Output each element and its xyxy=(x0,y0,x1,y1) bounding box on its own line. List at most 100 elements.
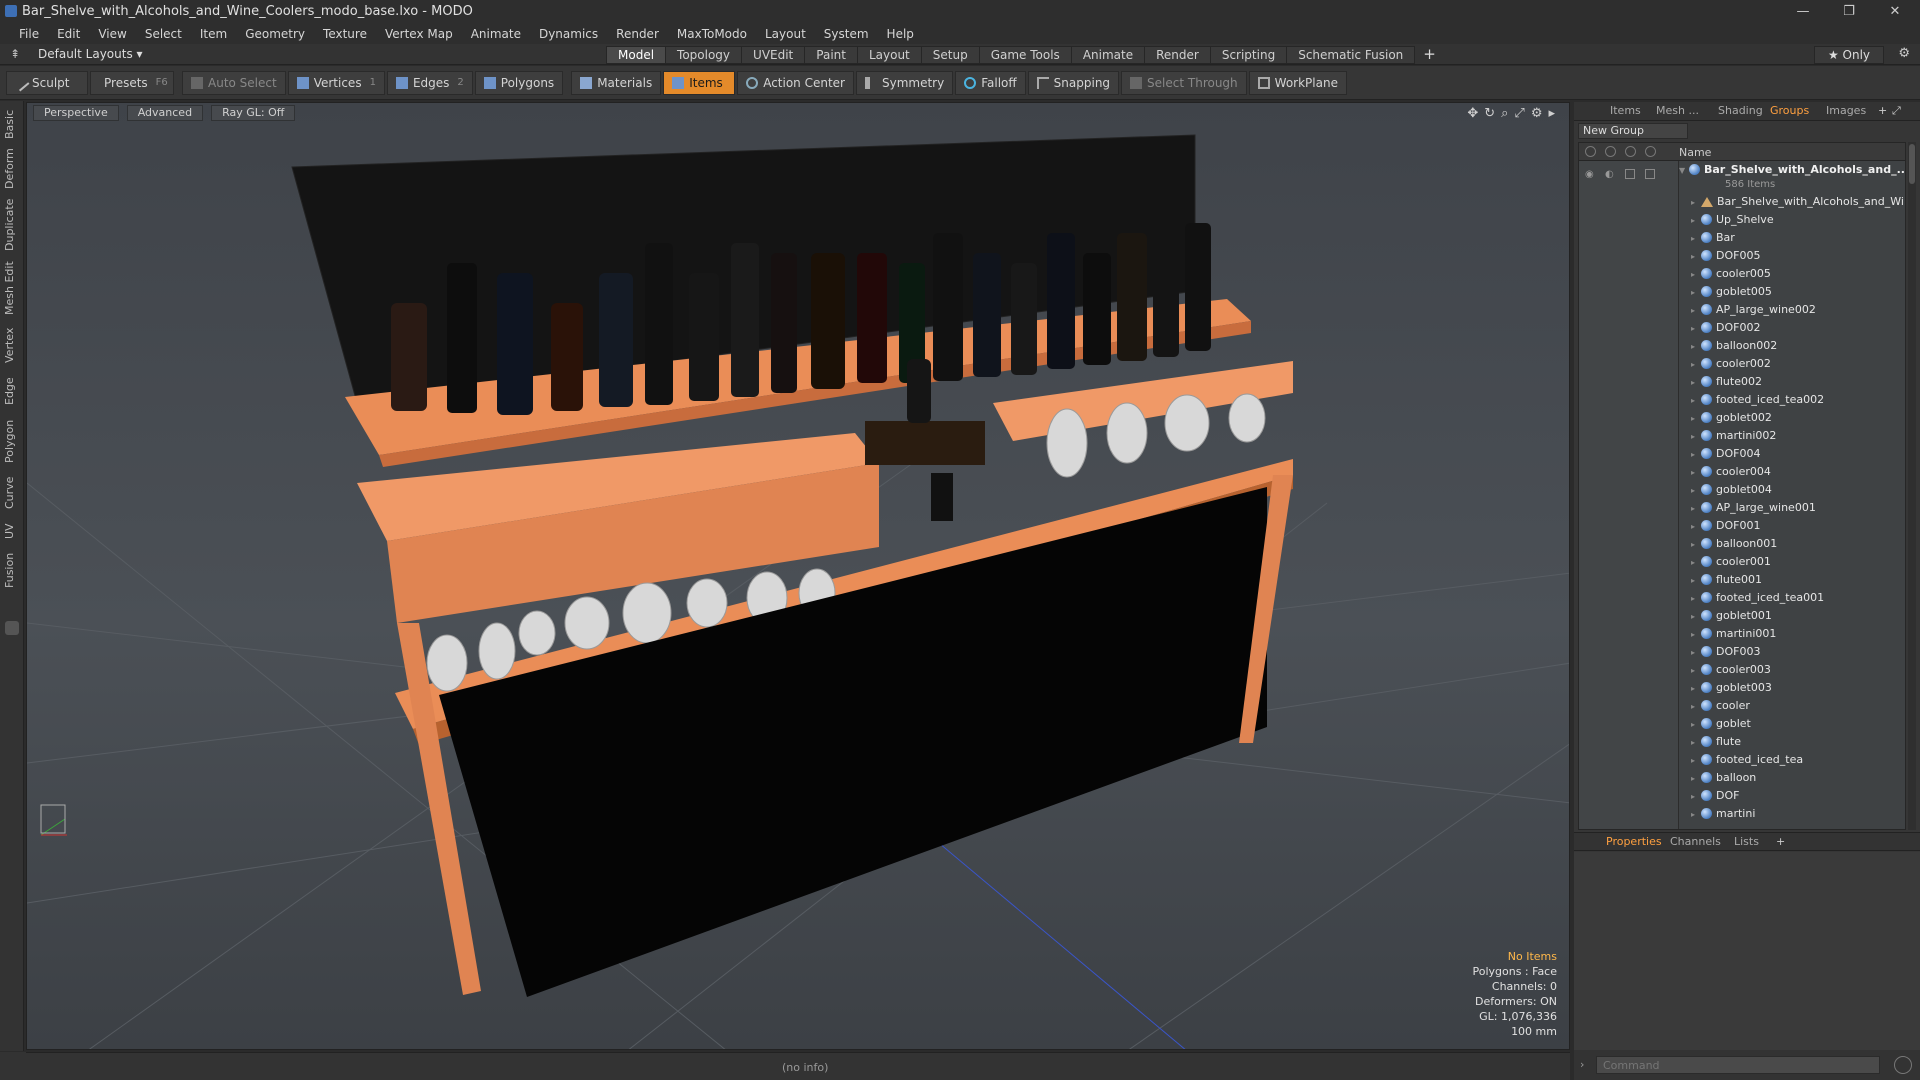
list-item[interactable]: ▸ goblet002 xyxy=(1679,409,1905,427)
list-item[interactable]: ▸ cooler xyxy=(1679,697,1905,715)
expand-arrow-icon[interactable]: ▸ xyxy=(1691,320,1699,337)
list-item[interactable]: ▸ DOF001 xyxy=(1679,517,1905,535)
expand-arrow-icon[interactable]: ▸ xyxy=(1691,536,1699,553)
expand-arrow-icon[interactable]: ▸ xyxy=(1691,662,1699,679)
expand-arrow-icon[interactable]: ▸ xyxy=(1691,554,1699,571)
expand-panel-icon[interactable]: ⤢ xyxy=(1892,104,1901,118)
expand-arrow-icon[interactable]: ▸ xyxy=(1691,734,1699,751)
expand-arrow-icon[interactable]: ▸ xyxy=(1691,698,1699,715)
list-item[interactable]: ▸ cooler004 xyxy=(1679,463,1905,481)
tree-root-row[interactable]: ▼ Bar_Shelve_with_Alcohols_and_... xyxy=(1679,161,1905,179)
command-input[interactable] xyxy=(1596,1056,1880,1074)
list-item[interactable]: ▸ flute001 xyxy=(1679,571,1905,589)
new-group-button[interactable]: New Group xyxy=(1578,123,1688,139)
select-checkbox[interactable] xyxy=(1645,169,1655,179)
expand-arrow-icon[interactable]: ▸ xyxy=(1691,752,1699,769)
3d-viewport[interactable]: Perspective Advanced Ray GL: Off ✥ ↻ ⌕ ⤢… xyxy=(26,102,1570,1050)
polygons-button[interactable]: Polygons xyxy=(474,70,564,95)
expand-arrow-icon[interactable]: ▸ xyxy=(1691,626,1699,643)
expand-arrow-icon[interactable]: ▸ xyxy=(1691,248,1699,265)
expand-arrow-icon[interactable]: ▸ xyxy=(1691,212,1699,229)
tab-lists[interactable]: Lists xyxy=(1734,835,1759,848)
list-item[interactable]: ▸ footed_iced_tea001 xyxy=(1679,589,1905,607)
visibility-col-icon[interactable] xyxy=(1585,146,1596,157)
tab-shading[interactable]: Shading xyxy=(1718,104,1763,117)
menu-select[interactable]: Select xyxy=(136,27,191,41)
expand-arrow-icon[interactable]: ▸ xyxy=(1691,500,1699,517)
left-tab-vertex[interactable]: Vertex xyxy=(3,323,21,367)
left-tab-deform[interactable]: Deform xyxy=(3,147,21,191)
left-panel-toggle[interactable] xyxy=(5,621,19,635)
tab-topology[interactable]: Topology xyxy=(665,46,742,64)
list-item[interactable]: ▸ DOF004 xyxy=(1679,445,1905,463)
vertices-button[interactable]: Vertices 1 xyxy=(287,70,385,95)
select-col-icon[interactable] xyxy=(1645,146,1656,157)
list-item[interactable]: ▸ goblet004 xyxy=(1679,481,1905,499)
list-item[interactable]: ▸ cooler005 xyxy=(1679,265,1905,283)
menu-system[interactable]: System xyxy=(815,27,878,41)
expand-arrow-icon[interactable]: ▸ xyxy=(1691,644,1699,661)
menu-edit[interactable]: Edit xyxy=(48,27,89,41)
list-item[interactable]: ▸ DOF003 xyxy=(1679,643,1905,661)
presets-button[interactable]: Presets F6 xyxy=(90,70,174,95)
left-tab-edge[interactable]: Edge xyxy=(3,373,21,409)
list-item[interactable]: ▸ DOF005 xyxy=(1679,247,1905,265)
menu-item[interactable]: Item xyxy=(191,27,236,41)
render-toggle-icon[interactable]: ◐ xyxy=(1605,169,1614,180)
expand-arrow-icon[interactable]: ▸ xyxy=(1691,608,1699,625)
tab-uvedit[interactable]: UVEdit xyxy=(741,46,805,64)
tab-properties[interactable]: Properties xyxy=(1606,835,1662,848)
lock-checkbox[interactable] xyxy=(1625,169,1635,179)
tree-scrollbar-thumb[interactable] xyxy=(1909,144,1915,184)
tab-channels[interactable]: Channels xyxy=(1670,835,1721,848)
items-button[interactable]: Items xyxy=(663,70,736,95)
close-button[interactable]: ✕ xyxy=(1872,0,1918,23)
sculpt-button[interactable]: Sculpt xyxy=(6,70,88,95)
add-panel-tab-icon[interactable]: + xyxy=(1878,104,1887,117)
expand-arrow-icon[interactable]: ▸ xyxy=(1691,716,1699,733)
tab-images[interactable]: Images xyxy=(1826,104,1866,117)
expand-arrow-icon[interactable]: ▸ xyxy=(1691,374,1699,391)
list-item[interactable]: ▸ AP_large_wine002 xyxy=(1679,301,1905,319)
render-col-icon[interactable] xyxy=(1605,146,1616,157)
edges-button[interactable]: Edges 2 xyxy=(386,70,473,95)
list-item[interactable]: ▸ footed_iced_tea xyxy=(1679,751,1905,769)
layout-expand-icon[interactable]: ⇞ xyxy=(10,47,20,61)
fit-view-icon[interactable]: ⤢ xyxy=(1514,106,1524,121)
menu-render[interactable]: Render xyxy=(607,27,668,41)
left-tab-basic[interactable]: Basic xyxy=(3,107,21,141)
move-view-icon[interactable]: ✥ xyxy=(1467,106,1478,121)
list-item[interactable]: ▸ cooler001 xyxy=(1679,553,1905,571)
add-tab-button[interactable]: + xyxy=(1423,46,1436,64)
collapse-arrow-icon[interactable]: ▼ xyxy=(1679,162,1687,179)
menu-help[interactable]: Help xyxy=(878,27,923,41)
list-item[interactable]: ▸ balloon001 xyxy=(1679,535,1905,553)
left-tab-fusion[interactable]: Fusion xyxy=(3,549,21,591)
expand-arrow-icon[interactable]: ▸ xyxy=(1691,518,1699,535)
left-tab-curve[interactable]: Curve xyxy=(3,473,21,513)
tab-model[interactable]: Model xyxy=(606,46,666,64)
expand-arrow-icon[interactable]: ▸ xyxy=(1691,284,1699,301)
maximize-button[interactable]: ❐ xyxy=(1826,0,1872,23)
tab-setup[interactable]: Setup xyxy=(920,46,979,64)
falloff-button[interactable]: Falloff xyxy=(955,70,1026,95)
rotate-view-icon[interactable]: ↻ xyxy=(1484,106,1495,121)
tree-scrollbar[interactable] xyxy=(1908,142,1916,830)
workplane-button[interactable]: WorkPlane xyxy=(1248,70,1347,95)
shading-mode-advanced[interactable]: Advanced xyxy=(126,105,204,121)
command-history-icon[interactable] xyxy=(1894,1056,1912,1074)
list-item[interactable]: ▸ Bar xyxy=(1679,229,1905,247)
list-item[interactable]: ▸ balloon002 xyxy=(1679,337,1905,355)
menu-dynamics[interactable]: Dynamics xyxy=(530,27,607,41)
list-item[interactable]: ▸ flute002 xyxy=(1679,373,1905,391)
list-item[interactable]: ▸ Up_Shelve xyxy=(1679,211,1905,229)
list-item[interactable]: ▸ DOF xyxy=(1679,787,1905,805)
expand-arrow-icon[interactable]: ▸ xyxy=(1691,482,1699,499)
symmetry-button[interactable]: Symmetry xyxy=(856,70,954,95)
viewport-menu-icon[interactable]: ▸ xyxy=(1548,106,1555,121)
eye-icon[interactable]: ◉ xyxy=(1585,169,1594,180)
expand-arrow-icon[interactable]: ▸ xyxy=(1691,464,1699,481)
list-item[interactable]: ▸ goblet001 xyxy=(1679,607,1905,625)
list-item[interactable]: ▸ Bar_Shelve_with_Alcohols_and_Wi ... xyxy=(1679,193,1905,211)
auto-select-button[interactable]: Auto Select xyxy=(182,70,286,95)
